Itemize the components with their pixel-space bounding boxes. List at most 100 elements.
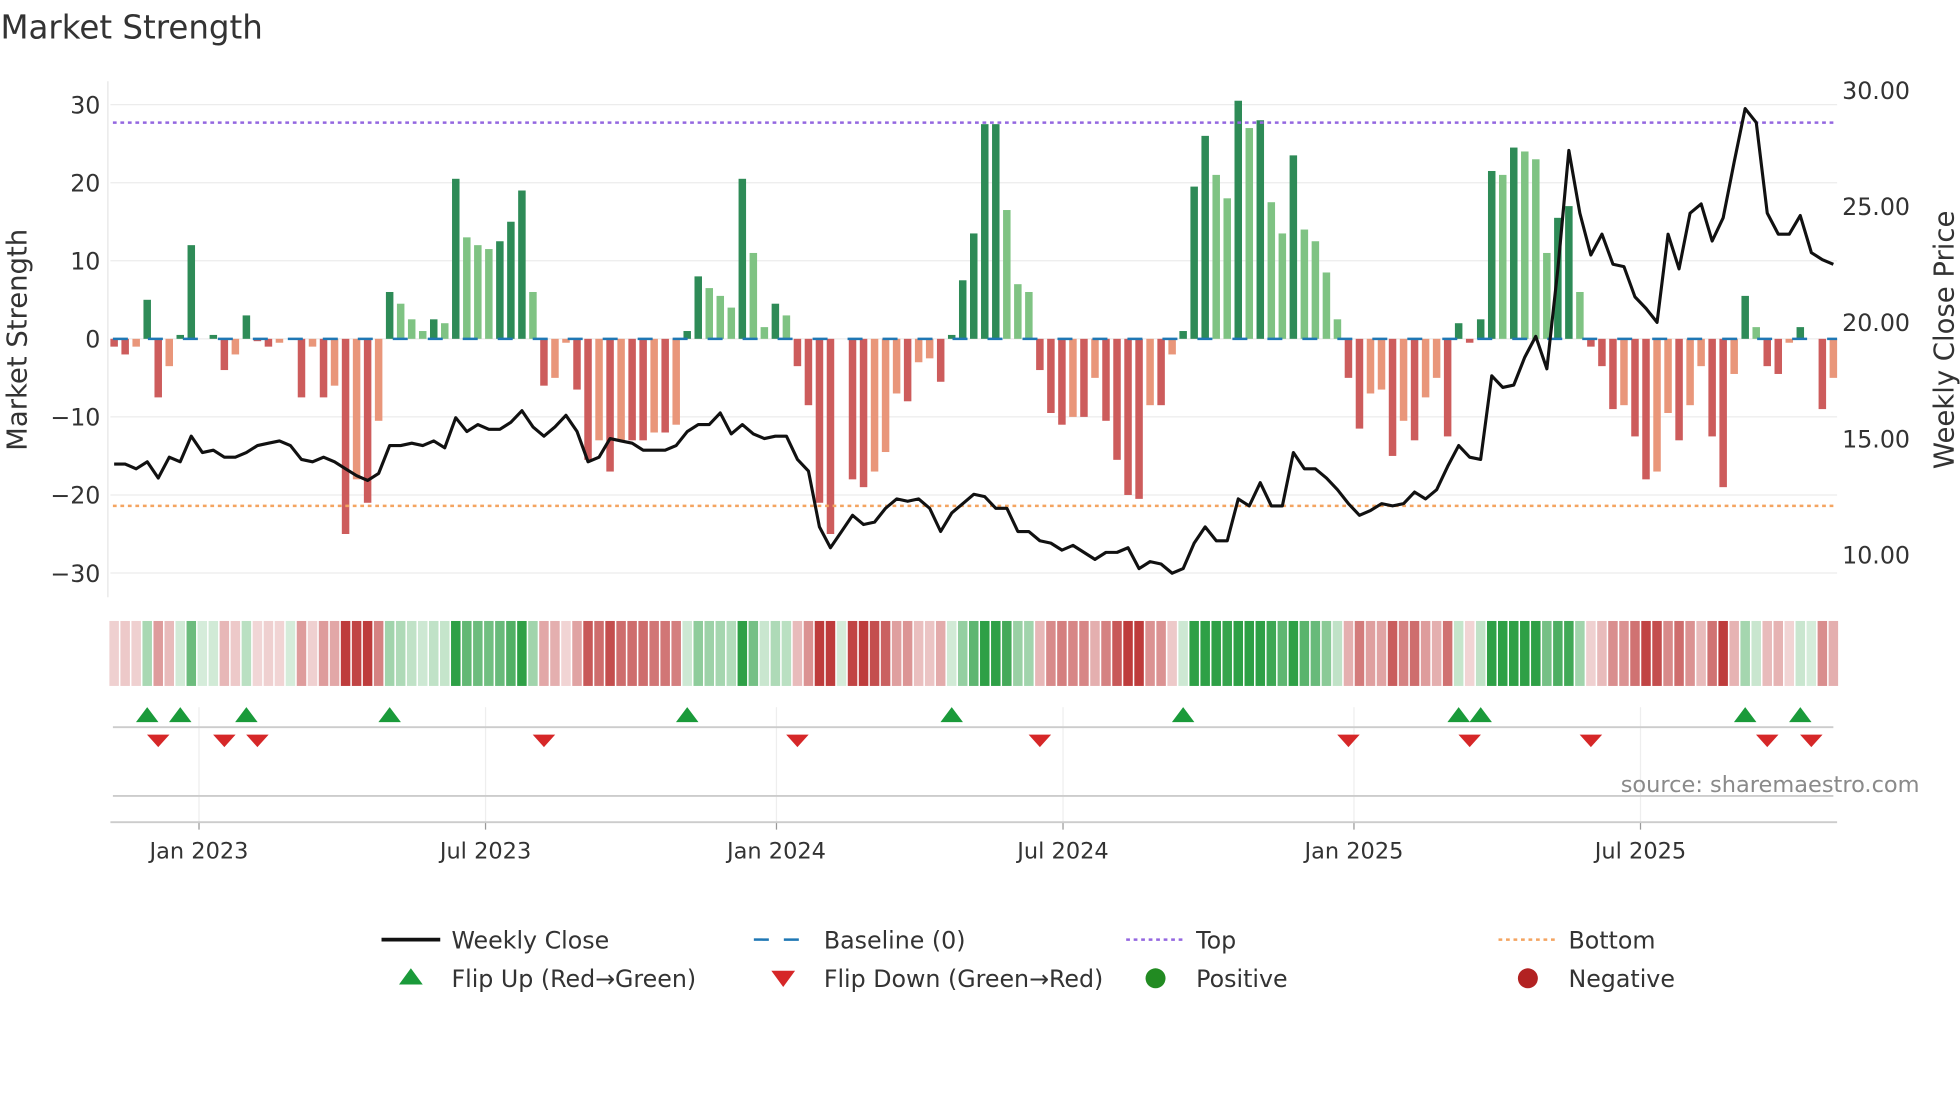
negative-bar — [1432, 338, 1441, 378]
positive-bar — [1454, 323, 1463, 339]
heat-strip-cell — [1233, 620, 1243, 686]
x-tick-label: Jul 2023 — [438, 838, 531, 864]
heat-strip-cell — [1255, 620, 1266, 686]
negative-bar — [892, 338, 901, 394]
heat-strip-cell — [208, 620, 219, 686]
y-tick-label: −20 — [50, 482, 100, 510]
flip-up-marker — [235, 707, 258, 723]
heat-strip-cell — [803, 620, 814, 686]
heat-strip-cell — [1486, 620, 1497, 686]
x-tick-label: Jan 2023 — [148, 838, 249, 864]
flip-up-marker — [1469, 707, 1492, 723]
weekly-close-series — [114, 107, 1834, 575]
axes: 30 20 10 0 −10 −20 −30 30.00 25.00 20.00 15.00 10.0… — [50, 77, 1910, 598]
heat-strip-cell — [913, 620, 924, 686]
positive-bar — [1333, 319, 1342, 339]
negative-bar — [1102, 338, 1110, 421]
negative-bar — [1818, 338, 1827, 410]
heat-strip-cell — [495, 620, 505, 686]
heat-strip-cell — [671, 620, 681, 686]
flip-up-marker — [940, 707, 963, 723]
x-tick-label: Jul 2025 — [1593, 838, 1686, 864]
heat-strip-cell — [1707, 620, 1717, 686]
positive-bar — [407, 319, 416, 339]
negative-bar — [672, 338, 680, 425]
heat-strip-cell — [1156, 620, 1166, 686]
negative-bar — [1366, 338, 1375, 394]
legend-item-flip-up-red-green: Flip Up (Red→Green) — [399, 965, 696, 993]
heat-strip-cell — [583, 620, 593, 686]
heat-strip-cell — [1531, 620, 1541, 686]
negative-bar — [815, 338, 824, 503]
x-tick-label: Jan 2025 — [1302, 838, 1403, 864]
heat-strip-cell — [1178, 620, 1188, 686]
negative-bar — [936, 338, 945, 382]
heat-strip-cell — [1773, 620, 1784, 686]
market-strength-chart: Market Strength Market Strength Weekly C… — [0, 9, 1960, 993]
positive-bar — [396, 303, 405, 339]
y2-tick-label: 10.00 — [1842, 541, 1910, 569]
y2-axis-label: Weekly Close Price — [1928, 211, 1960, 469]
legend-label: Bottom — [1568, 926, 1655, 954]
flip-down-marker — [1337, 734, 1360, 748]
positive-bar — [1510, 147, 1518, 339]
flip-down-marker — [1028, 734, 1052, 748]
heat-strip-cell — [1586, 620, 1596, 686]
x-tick-label: Jan 2024 — [725, 838, 826, 864]
heat-strip-cell — [924, 620, 935, 686]
heat-strip-cell — [1553, 620, 1563, 686]
positive-bar — [1267, 202, 1276, 339]
flip-down-marker — [532, 734, 556, 748]
positive-bar — [1521, 151, 1529, 339]
heat-strip-cell — [285, 620, 296, 686]
negative-bar — [1355, 338, 1364, 429]
heat-strip-cell — [517, 620, 527, 686]
negative-bar — [1653, 338, 1661, 472]
heat-strip-cell — [616, 620, 626, 686]
heat-strip-cell — [1740, 620, 1750, 686]
heat-strip-cell — [891, 620, 902, 686]
negative-bar — [1058, 338, 1066, 425]
positive-bar — [782, 315, 791, 339]
heat-strip-cell — [1674, 620, 1684, 686]
positive-bar — [970, 233, 978, 339]
positive-bar — [1190, 186, 1198, 339]
negative-bar — [132, 338, 140, 347]
negative-bar — [1642, 338, 1650, 480]
positive-bar — [1179, 331, 1187, 339]
negative-bar — [297, 338, 306, 398]
heat-strip-cell — [406, 620, 417, 686]
negative-bar — [859, 338, 868, 488]
heat-strip-cell — [825, 620, 836, 686]
positive-bar — [1201, 135, 1209, 339]
negative-bar — [1719, 338, 1727, 488]
legend-label: Flip Down (Green→Red) — [824, 965, 1103, 993]
negative-bar — [914, 338, 923, 363]
positive-bar — [1741, 295, 1749, 339]
negative-bar — [1785, 338, 1794, 343]
negative-bar — [1135, 338, 1143, 499]
heat-strip-cell — [1145, 620, 1155, 686]
heat-strip-cell — [1420, 620, 1431, 686]
heat-strip-cell — [858, 620, 869, 686]
heat-strip-cell — [340, 620, 351, 686]
chart-title: Market Strength — [0, 9, 262, 47]
heat-strip-cell — [473, 620, 483, 686]
negative-bar — [1344, 338, 1353, 378]
heat-strip-cell — [219, 620, 230, 686]
positive-bar — [1752, 327, 1760, 339]
positive-bar — [1300, 229, 1309, 339]
heat-strip-cell — [1575, 620, 1585, 686]
positive-bar — [1311, 241, 1320, 339]
negative-bar — [1620, 338, 1628, 406]
negative-bar — [1631, 338, 1639, 437]
positive-bar — [441, 323, 449, 339]
negative-bar — [308, 338, 317, 347]
heat-strip-cell — [1222, 620, 1232, 686]
heat-strip-cell — [1630, 620, 1640, 686]
y-tick-label: −10 — [50, 404, 100, 432]
y-tick-label: 20 — [70, 169, 100, 197]
negative-bar — [584, 338, 592, 460]
heat-strip-cell — [935, 620, 946, 686]
heat-strip-cell — [1398, 620, 1409, 686]
